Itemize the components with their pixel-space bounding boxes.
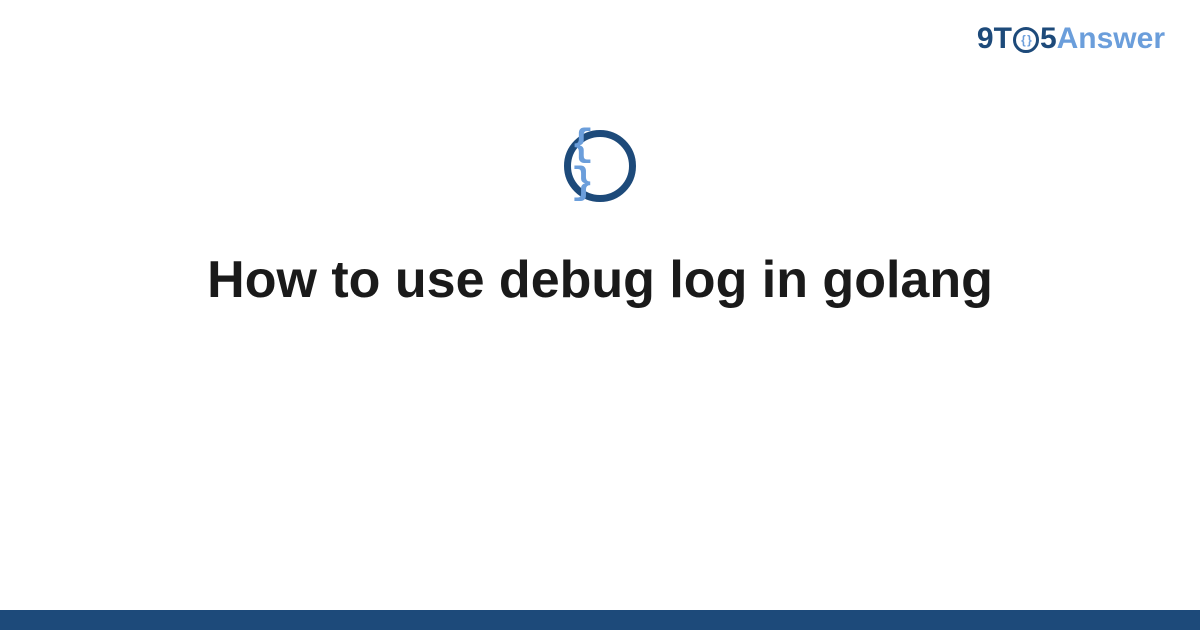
logo-circle-braces: { }	[1021, 33, 1031, 47]
main-content: { } How to use debug log in golang	[0, 130, 1200, 310]
page-title: How to use debug log in golang	[167, 250, 1033, 310]
footer-accent-bar	[0, 610, 1200, 630]
logo-circle-icon: { }	[1013, 27, 1039, 53]
logo-text-9t: 9T	[977, 22, 1012, 56]
logo-text-5: 5	[1040, 22, 1057, 56]
code-braces-icon: { }	[571, 127, 629, 203]
site-logo: 9T { } 5 Answer	[977, 22, 1165, 56]
logo-text-answer: Answer	[1057, 22, 1165, 56]
category-icon: { }	[564, 130, 636, 202]
